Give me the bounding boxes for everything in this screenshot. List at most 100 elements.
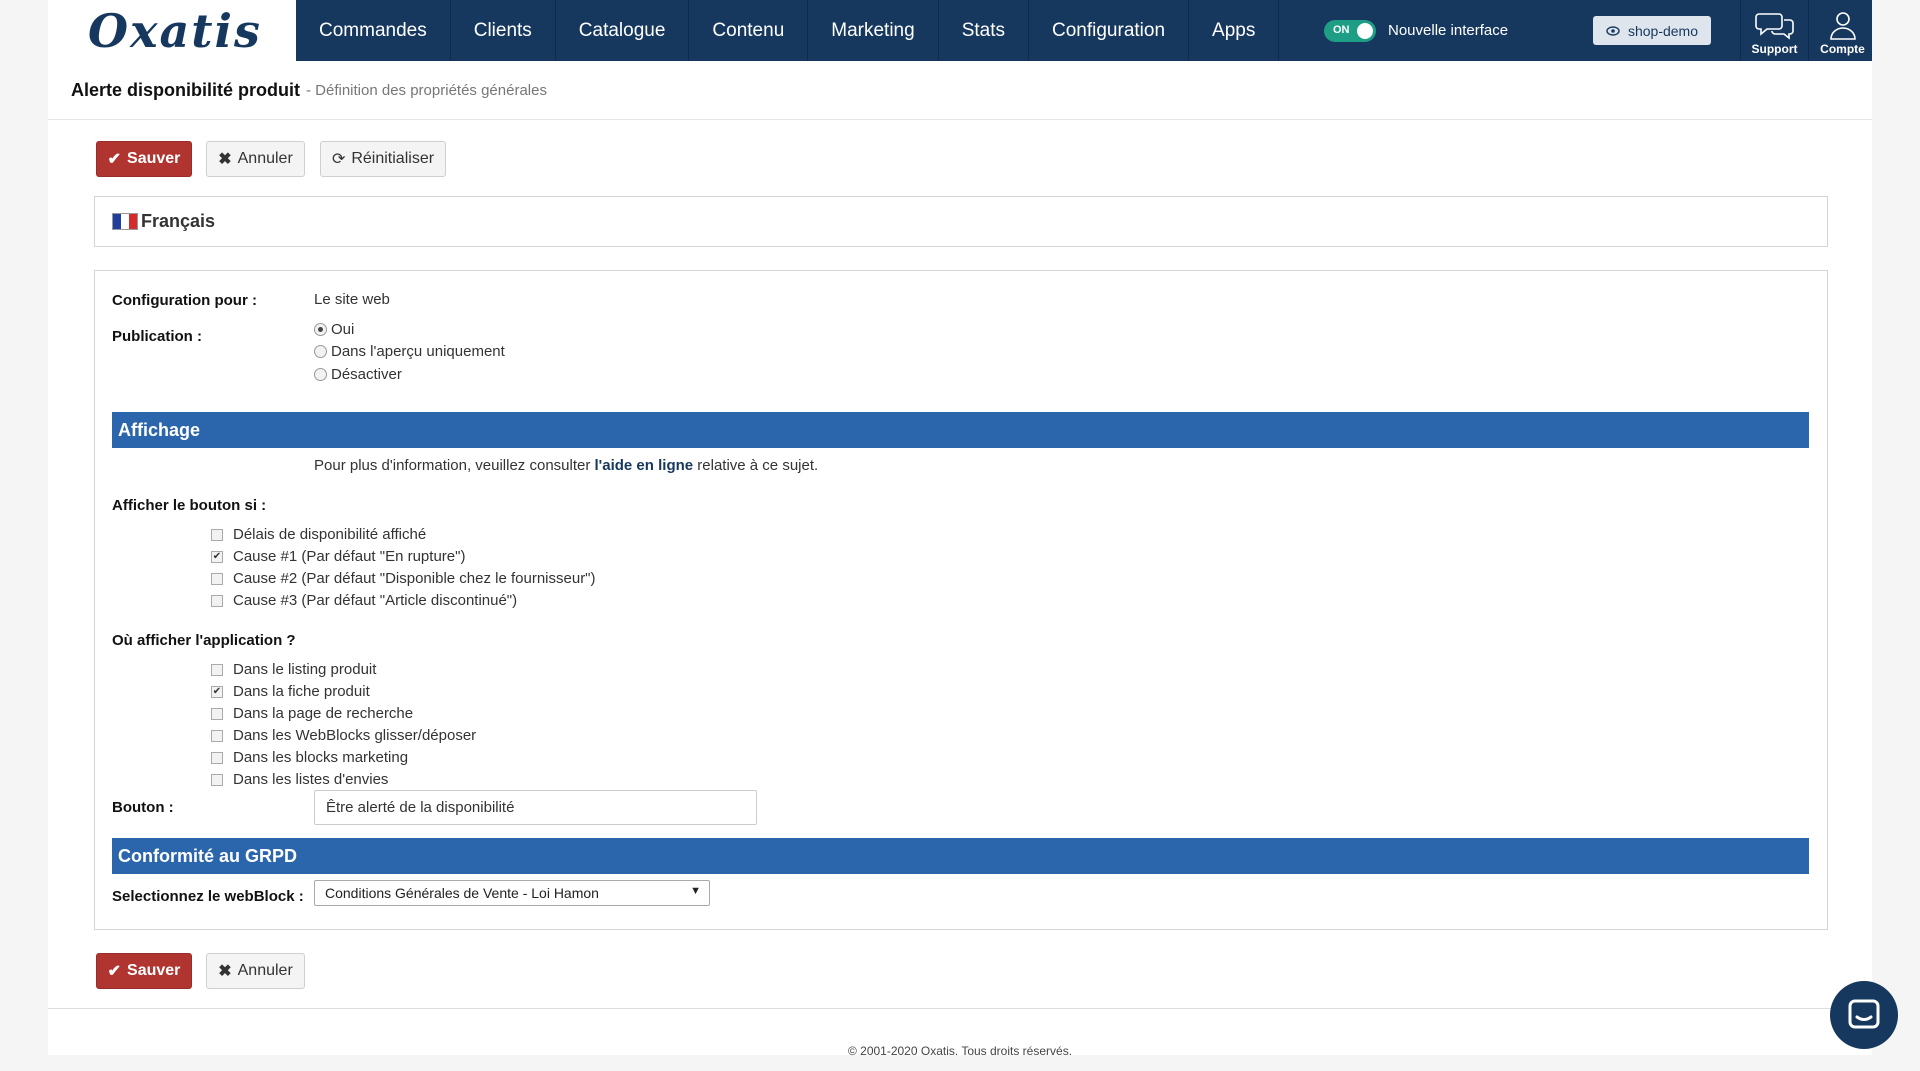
where-option-marketing[interactable]: Dans les blocks marketing <box>211 749 408 766</box>
page: Oxatis Commandes Clients Catalogue Conte… <box>48 0 1872 1058</box>
checkbox[interactable] <box>211 751 223 764</box>
show-option-cause-2[interactable]: Cause #2 (Par défaut "Disponible chez le… <box>211 570 596 587</box>
help-text: Pour plus d'information, veuillez consul… <box>314 457 818 474</box>
checkbox[interactable] <box>211 572 223 585</box>
checkbox-label: Dans le listing produit <box>233 661 377 678</box>
section-header-display: Affichage <box>112 412 1809 448</box>
refresh-icon: ⟳ <box>331 151 346 168</box>
dropdown-arrow-icon: ▼ <box>690 885 701 897</box>
where-option-listing[interactable]: Dans le listing produit <box>211 661 376 678</box>
save-button-bottom[interactable]: ✔ Sauver <box>96 953 192 989</box>
checkbox-label: Dans les listes d'envies <box>233 771 389 788</box>
show-option-cause-3[interactable]: Cause #3 (Par défaut "Article discontinu… <box>211 592 517 609</box>
account-button[interactable]: Compte <box>1808 0 1876 61</box>
reset-button[interactable]: ⟳ Réinitialiser <box>320 141 446 177</box>
where-option-webblocks[interactable]: Dans les WebBlocks glisser/déposer <box>211 727 476 744</box>
chat-icon <box>1848 999 1880 1029</box>
checkbox-label: Cause #3 (Par défaut "Article discontinu… <box>233 592 518 609</box>
eye-icon <box>1606 25 1620 36</box>
where-option-product-page[interactable]: ✔ Dans la fiche produit <box>211 683 370 700</box>
nav-item-configuration[interactable]: Configuration <box>1029 0 1190 61</box>
cancel-button-bottom[interactable]: ✖ Annuler <box>206 953 305 989</box>
show-option-cause-1[interactable]: ✔ Cause #1 (Par défaut "En rupture") <box>211 548 465 565</box>
save-label: Sauver <box>127 962 181 979</box>
support-button[interactable]: Support <box>1740 0 1808 61</box>
save-button[interactable]: ✔ Sauver <box>96 141 192 177</box>
page-header: Alerte disponibilité produit - Définitio… <box>48 61 1872 120</box>
french-flag-icon <box>112 213 138 230</box>
webblock-select[interactable]: Conditions Générales de Vente - Loi Hamo… <box>314 880 710 906</box>
nav-item-contenu[interactable]: Contenu <box>689 0 809 61</box>
shop-preview-label: shop-demo <box>1627 22 1699 39</box>
checkbox[interactable]: ✔ <box>211 685 223 698</box>
checkbox-label: Dans la page de recherche <box>233 705 414 722</box>
checkbox[interactable]: ✔ <box>211 550 223 563</box>
help-suffix: relative à ce sujet. <box>693 457 819 474</box>
checkbox[interactable] <box>211 707 223 720</box>
checkbox-label: Dans les blocks marketing <box>233 749 409 766</box>
nav-item-clients[interactable]: Clients <box>451 0 556 61</box>
new-interface-toggle-group: ON Nouvelle interface <box>1324 0 1508 61</box>
new-interface-toggle[interactable]: ON <box>1324 19 1376 42</box>
settings-form: Configuration pour : Le site web Publica… <box>94 270 1828 930</box>
checkbox-label: Dans la fiche produit <box>233 683 370 700</box>
toggle-state-label: ON <box>1333 23 1350 36</box>
checkbox-label: Délais de disponibilité affiché <box>233 526 427 543</box>
nav-item-commandes[interactable]: Commandes <box>296 0 451 61</box>
webblock-selected-value: Conditions Générales de Vente - Loi Hamo… <box>325 885 599 901</box>
close-icon: ✖ <box>218 963 232 980</box>
radio-label: Désactiver <box>331 366 402 383</box>
button-text-label: Bouton : <box>112 799 174 816</box>
checkbox[interactable] <box>211 729 223 742</box>
publication-label: Publication : <box>112 328 202 345</box>
support-label: Support <box>1751 42 1798 56</box>
config-value: Le site web <box>314 291 390 308</box>
language-label: Français <box>141 211 216 231</box>
radio-button[interactable] <box>314 368 327 381</box>
where-option-search[interactable]: Dans la page de recherche <box>211 705 413 722</box>
help-prefix: Pour plus d'information, veuillez consul… <box>314 457 595 474</box>
show-option-delay[interactable]: Délais de disponibilité affiché <box>211 526 426 543</box>
publication-option-disable[interactable]: Désactiver <box>314 366 402 383</box>
user-icon <box>1829 12 1856 40</box>
publication-option-oui[interactable]: Oui <box>314 321 354 338</box>
logo-text: Oxatis <box>88 3 262 58</box>
new-interface-label: Nouvelle interface <box>1388 22 1509 39</box>
page-title: Alerte disponibilité produit <box>71 79 300 100</box>
cancel-button[interactable]: ✖ Annuler <box>206 141 305 177</box>
button-text-input[interactable] <box>314 790 757 825</box>
page-subtitle: - Définition des propriétés générales <box>306 81 547 99</box>
main-nav: Commandes Clients Catalogue Contenu Mark… <box>296 0 1280 61</box>
logo[interactable]: Oxatis <box>48 0 296 61</box>
nav-item-marketing[interactable]: Marketing <box>808 0 939 61</box>
check-icon: ✔ <box>107 963 122 980</box>
account-label: Compte <box>1820 42 1865 56</box>
radio-button[interactable] <box>314 345 327 358</box>
cancel-label: Annuler <box>237 150 293 167</box>
save-label: Sauver <box>127 150 181 167</box>
nav-item-stats[interactable]: Stats <box>939 0 1029 61</box>
cancel-label: Annuler <box>237 962 293 979</box>
top-navbar: Oxatis Commandes Clients Catalogue Conte… <box>48 0 1872 61</box>
help-link[interactable]: l'aide en ligne <box>595 457 694 474</box>
checkbox[interactable] <box>211 663 223 676</box>
radio-label: Dans l'aperçu uniquement <box>331 343 505 360</box>
where-label: Où afficher l'application ? <box>112 632 296 649</box>
chat-bubbles-icon <box>1754 13 1794 40</box>
nav-item-catalogue[interactable]: Catalogue <box>556 0 690 61</box>
footer-divider <box>48 1008 1872 1009</box>
radio-button[interactable] <box>314 323 327 336</box>
shop-preview-button[interactable]: shop-demo <box>1593 16 1711 45</box>
checkbox[interactable] <box>211 594 223 607</box>
chat-widget-button[interactable] <box>1830 981 1898 1049</box>
checkbox[interactable] <box>211 528 223 541</box>
webblock-label: Selectionnez le webBlock : <box>112 888 304 905</box>
language-panel: Français <box>94 196 1828 247</box>
where-option-wishlists[interactable]: Dans les listes d'envies <box>211 771 388 788</box>
radio-label: Oui <box>331 321 355 338</box>
publication-option-preview[interactable]: Dans l'aperçu uniquement <box>314 343 505 360</box>
nav-item-apps[interactable]: Apps <box>1189 0 1280 61</box>
footer-copyright: © 2001-2020 Oxatis. Tous droits réservés… <box>847 1044 1073 1058</box>
config-label: Configuration pour : <box>112 292 257 309</box>
checkbox[interactable] <box>211 773 223 786</box>
